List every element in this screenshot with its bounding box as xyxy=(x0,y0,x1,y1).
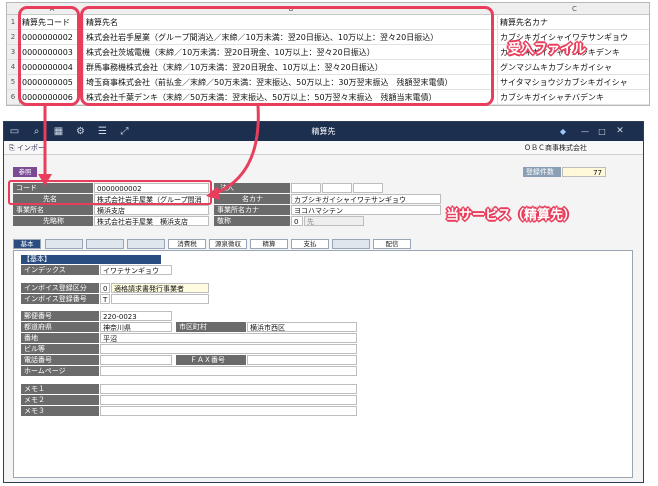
memo1-label: メモ１ xyxy=(21,384,99,394)
pref-field[interactable]: 神奈川県 xyxy=(100,322,172,332)
index-field[interactable]: イワテサンギョウ xyxy=(100,265,172,275)
window-icon[interactable]: ▭ xyxy=(8,125,21,138)
index-label: インデックス xyxy=(21,265,99,275)
memo2-label: メモ２ xyxy=(21,395,99,405)
tab-tax[interactable]: 消費税 xyxy=(168,239,206,249)
list-icon[interactable]: ☰ xyxy=(96,125,109,138)
houjin-label: 法人 xyxy=(214,183,290,193)
tab-settlement[interactable]: 精算 xyxy=(250,239,288,249)
cell[interactable]: サイタマショウジカブシキガイシャ xyxy=(498,75,649,90)
homepage-field[interactable] xyxy=(100,366,357,376)
kana-field[interactable]: カブシキガイシャイワテサンギョウ xyxy=(291,194,441,204)
callout-our-service: 当サービス（精算先） xyxy=(446,208,577,223)
atena-field[interactable]: 株式会社岩手屋業 横浜支店 xyxy=(94,216,209,226)
memo3-field[interactable] xyxy=(100,406,357,416)
app-window: ▭ ⌕ ▦ ⚙ ☰ ⤢ 精算先 ◆ — □ ✕ ⎘ インポー ＯＢＣ商事株式会社… xyxy=(3,121,644,483)
keisho-value: 先 xyxy=(304,216,364,226)
keisho-label: 敬称 xyxy=(214,216,290,226)
banchi-label: 番地 xyxy=(21,333,99,343)
memo1-field[interactable] xyxy=(100,384,357,394)
banchi-field[interactable]: 平沼 xyxy=(100,333,357,343)
kana-label: 名カナ xyxy=(214,194,290,204)
search-icon[interactable]: ⌕ xyxy=(30,125,43,138)
invoice-no-label: インボイス登録番号 xyxy=(21,294,99,304)
reg-count-label: 登録件数 xyxy=(523,167,561,177)
fax-label: ＦＡＸ番号 xyxy=(176,355,246,365)
cell[interactable]: カブシキガイシャチバデンキ xyxy=(498,90,649,105)
company-name: ＯＢＣ商事株式会社 xyxy=(524,144,587,152)
settings-icon[interactable]: ⚙ xyxy=(74,125,87,138)
toolbar: ⎘ インポー ＯＢＣ商事株式会社 xyxy=(4,141,643,155)
highlight-name-column xyxy=(80,6,494,106)
expand-icon[interactable]: ⤢ xyxy=(118,125,131,138)
tel-label: 電話番号 xyxy=(21,355,99,365)
title-bar: ▭ ⌕ ▦ ⚙ ☰ ⤢ 精算先 ◆ — □ ✕ xyxy=(4,122,643,141)
building-label: ビル等 xyxy=(21,344,99,354)
city-field[interactable]: 横浜市西区 xyxy=(247,322,357,332)
tab-blank-1[interactable] xyxy=(45,239,83,249)
tab-blank-4[interactable] xyxy=(332,239,370,249)
jigyosho-kana-field[interactable]: ヨコハマシテン xyxy=(291,205,441,215)
maximize-icon[interactable]: □ xyxy=(596,126,608,137)
ref-button[interactable]: 参照 xyxy=(13,167,37,177)
minimize-icon[interactable]: — xyxy=(579,126,591,137)
postal-field[interactable]: 220-0023 xyxy=(100,311,172,321)
ai-logo-icon: ◆ xyxy=(559,127,567,136)
invoice-no-field[interactable] xyxy=(111,294,209,304)
tab-basic[interactable]: 基本 xyxy=(13,239,41,249)
highlight-code-name xyxy=(8,180,212,205)
reg-count-value: 77 xyxy=(562,167,606,177)
basic-panel: 【基本】 インデックス イワテサンギョウ インボイス登録区分 0 適格請求書発行… xyxy=(13,250,633,478)
callout-import-file: 受入ファイル xyxy=(508,42,587,57)
import-label: インポー xyxy=(16,144,45,152)
building-field[interactable] xyxy=(100,344,357,354)
tab-blank-2[interactable] xyxy=(86,239,124,249)
houjin-cell[interactable] xyxy=(291,183,321,193)
section-title: 【基本】 xyxy=(21,255,161,264)
keisho-code[interactable]: 0 xyxy=(291,216,303,226)
invoice-kubun-value: 適格請求書発行事業者 xyxy=(111,283,209,293)
tab-delivery[interactable]: 配信 xyxy=(373,239,411,249)
invoice-kubun-code[interactable]: 0 xyxy=(100,283,110,293)
import-menu[interactable]: ⎘ インポー xyxy=(9,143,45,153)
memo3-label: メモ３ xyxy=(21,406,99,416)
tab-blank-3[interactable] xyxy=(127,239,165,249)
cell[interactable]: グンマジムキカブシキガイシャ xyxy=(498,60,649,75)
import-icon: ⎘ xyxy=(9,144,17,152)
chart-icon[interactable]: ▦ xyxy=(52,125,65,138)
jigyosho-label: 事業所名 xyxy=(13,205,93,215)
homepage-label: ホームページ xyxy=(21,366,99,376)
houjin-cell[interactable] xyxy=(322,183,352,193)
jigyosho-field[interactable]: 横浜支店 xyxy=(94,205,209,215)
fax-field[interactable] xyxy=(247,355,357,365)
city-label: 市区町村 xyxy=(176,322,246,332)
tab-payment[interactable]: 支払 xyxy=(291,239,329,249)
tel-field[interactable] xyxy=(100,355,172,365)
col-header-c[interactable]: C xyxy=(498,3,649,15)
highlight-code-column xyxy=(18,6,80,106)
memo2-field[interactable] xyxy=(100,395,357,405)
postal-label: 郵便番号 xyxy=(21,311,99,321)
pref-label: 都道府県 xyxy=(21,322,99,332)
invoice-kubun-label: インボイス登録区分 xyxy=(21,283,99,293)
tab-withholding[interactable]: 源泉徴収 xyxy=(209,239,247,249)
close-icon[interactable]: ✕ xyxy=(614,126,626,137)
cell[interactable]: 精算先名カナ xyxy=(498,15,649,30)
atena-label: 先略称 xyxy=(13,216,93,226)
houjin-cell[interactable] xyxy=(353,183,383,193)
jigyosho-kana-label: 事業所名カナ xyxy=(214,205,290,215)
invoice-no-prefix[interactable]: T xyxy=(100,294,110,304)
